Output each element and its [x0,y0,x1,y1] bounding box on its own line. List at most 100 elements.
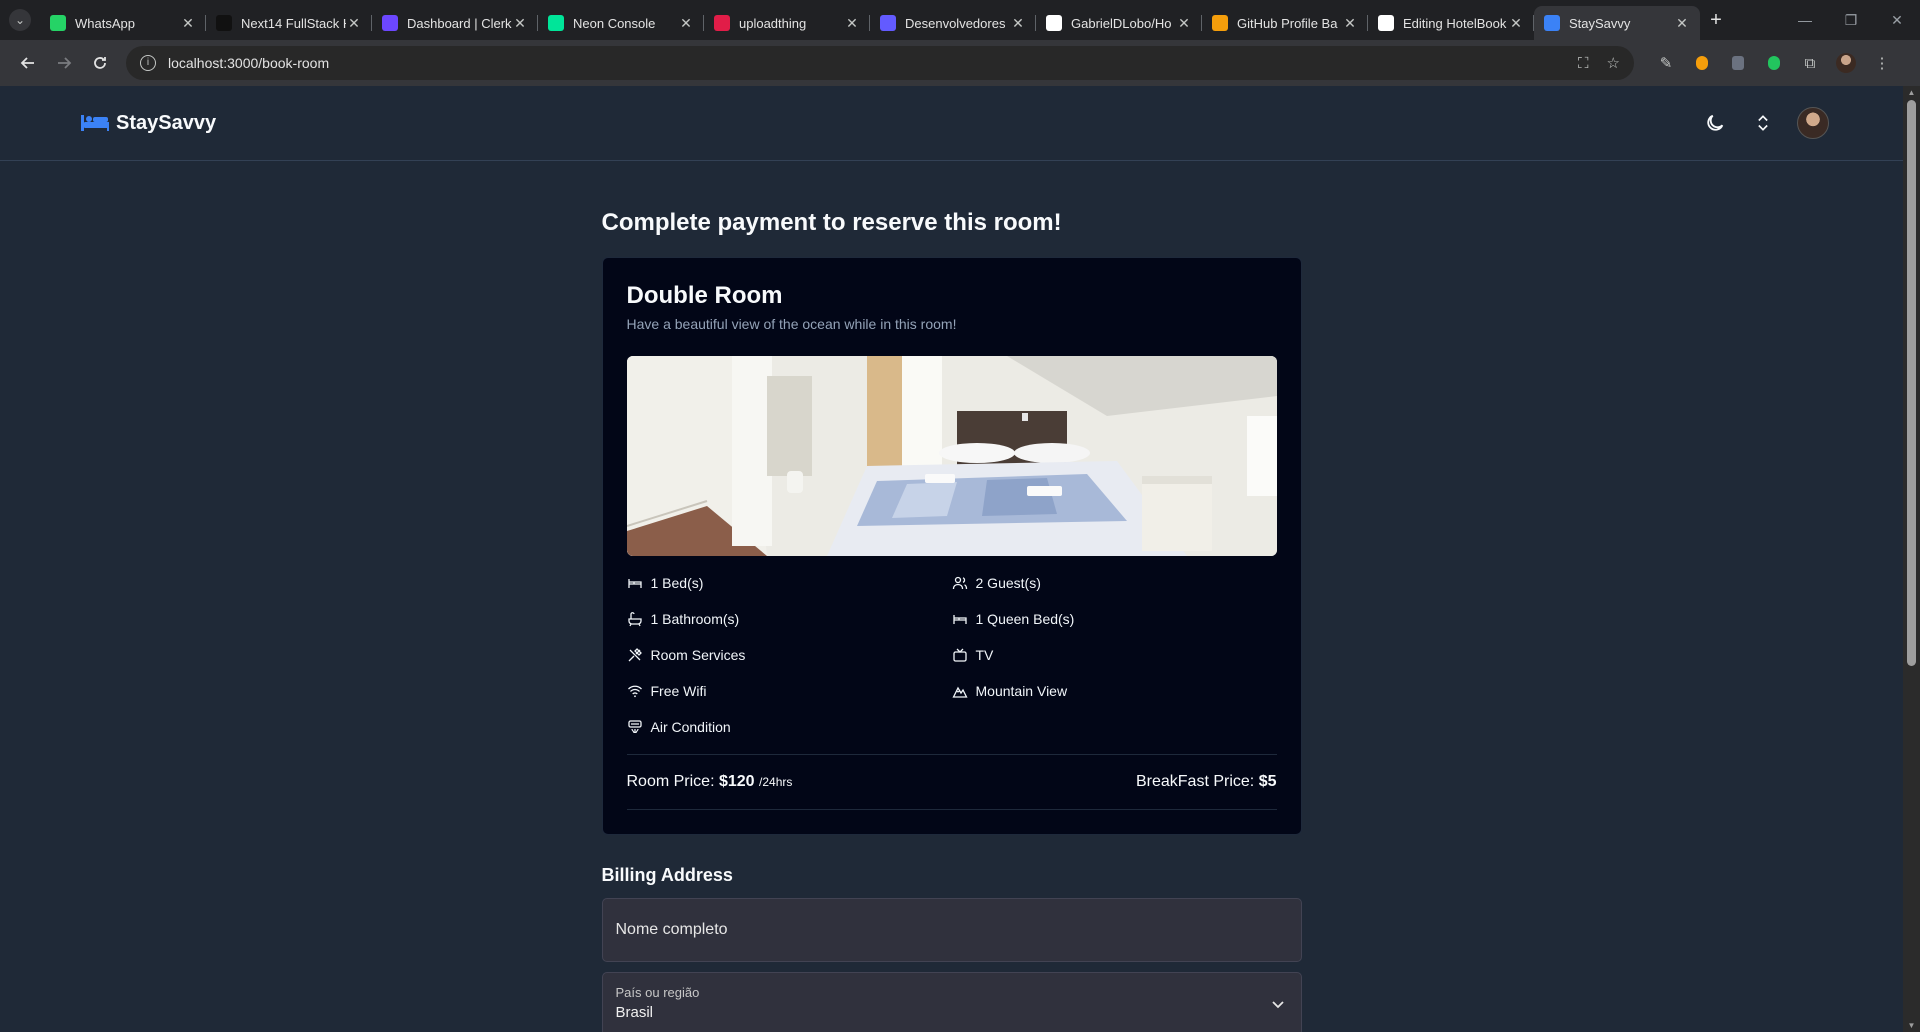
amenities-list: 1 Bed(s) 2 Guest(s) 1 Bathroom(s) 1 Queen B… [627,574,1277,736]
bath-icon [627,612,642,627]
room-price-unit: /24hrs [759,775,793,789]
tab-title: Dashboard | Clerk [407,15,512,31]
browser-tab[interactable]: GabrielDLobo/Ho ✕ [1036,6,1202,40]
extension-gray-icon[interactable] [1720,56,1756,70]
full-name-input[interactable] [615,921,1288,939]
neon-icon [548,15,564,31]
close-tab-icon[interactable]: ✕ [1508,15,1524,32]
tab-search-button[interactable]: ⌄ [0,0,40,40]
eyedropper-extension-icon[interactable]: ✎ [1648,54,1684,72]
close-tab-icon[interactable]: ✕ [1674,15,1690,32]
header-actions [1701,107,1829,139]
close-tab-icon[interactable]: ✕ [512,15,528,32]
tab-title: Neon Console [573,15,656,31]
browser-tab[interactable]: Editing HotelBook ✕ [1368,6,1534,40]
profile-avatar[interactable] [1828,53,1864,73]
browser-tab-bar: ⌄ WhatsApp ✕ Next14 FullStack H ✕ Dashboard … [0,0,1920,40]
url-text: localhost:3000/book-room [168,55,1560,71]
amenity-label: Room Services [650,647,746,663]
room-price-label: Room Price: [626,773,715,790]
browser-toolbar: i localhost:3000/book-room ⛶ ☆ ✎ ⧉ ⋮ [0,40,1920,86]
moon-icon [1707,114,1724,131]
room-photo [626,356,1277,556]
reload-icon [94,57,106,69]
brand-logo[interactable]: StaySavvy [80,112,216,135]
main-content: Complete payment to reserve this room! D… [601,161,1302,1032]
user-avatar-button[interactable] [1797,107,1829,139]
extensions-puzzle-icon[interactable]: ⧉ [1792,55,1828,72]
browser-menu-icon[interactable]: ⋮ [1864,54,1900,72]
github-icon [1046,15,1062,31]
amenity-item: 1 Bathroom(s) [627,610,952,628]
tab-title: GitHub Profile Ba [1237,15,1338,31]
country-select[interactable]: País ou região Brasil [601,972,1302,1032]
tab-title: GabrielDLobo/Ho [1071,15,1172,31]
room-price: Room Price: $120 /24hrs [627,773,793,791]
full-name-field[interactable] [601,898,1302,962]
site-info-icon[interactable]: i [140,55,156,71]
tab-title: uploadthing [739,15,807,31]
bed-icon [952,615,967,624]
room-description: Have a beautiful view of the ocean while… [626,316,957,332]
scroll-up-arrow[interactable]: ▲ [1903,88,1920,97]
breakfast-price: BreakFast Price: $5 [1136,773,1277,791]
clerk-icon [382,15,398,31]
room-price-value: $120 [718,773,755,790]
users-icon [952,576,967,590]
window-controls: — ❐ ✕ [1782,0,1920,40]
brand-name: StaySavvy [116,111,217,134]
close-tab-icon[interactable]: ✕ [844,15,860,32]
divider [626,809,1277,810]
amenity-item: 1 Queen Bed(s) [952,610,1277,628]
amenity-label: Free Wifi [650,683,707,699]
github-icon [1378,15,1394,31]
browser-tab[interactable]: Dashboard | Clerk ✕ [372,6,538,40]
scrollbar-thumb[interactable] [1907,100,1916,666]
translate-icon[interactable]: ⛶ [1578,55,1589,72]
amenity-item: Room Services [627,646,952,664]
address-bar[interactable]: i localhost:3000/book-room ⛶ ☆ [126,46,1634,80]
bookmark-star-icon[interactable]: ☆ [1607,54,1620,72]
country-value: Brasil [615,1004,654,1021]
browser-tab[interactable]: Neon Console ✕ [538,6,704,40]
amenity-label: 1 Queen Bed(s) [975,611,1075,627]
theme-toggle-button[interactable] [1701,109,1729,137]
air-vent-icon [627,720,642,734]
tab-title: Editing HotelBook [1403,15,1507,31]
close-tab-icon[interactable]: ✕ [678,15,694,32]
restore-button[interactable]: ❐ [1828,0,1874,40]
back-button[interactable] [10,45,46,81]
arrow-right-icon [58,57,72,69]
amenity-item: 2 Guest(s) [952,574,1277,592]
badge-icon [1212,15,1228,31]
chevron-down-icon [1271,1001,1284,1009]
page-scrollbar[interactable]: ▲ ▼ [1903,86,1920,1032]
extension-orange-icon[interactable] [1684,56,1720,70]
close-tab-icon[interactable]: ✕ [180,15,196,32]
pitch-icon [216,15,232,31]
browser-tab[interactable]: Next14 FullStack H ✕ [206,6,372,40]
wifi-icon [627,685,642,698]
nav-menu-button[interactable] [1749,109,1777,137]
scroll-down-arrow[interactable]: ▼ [1903,1021,1920,1030]
new-tab-button[interactable]: + [1700,9,1732,32]
amenity-item: 1 Bed(s) [627,574,952,592]
close-tab-icon[interactable]: ✕ [1176,15,1192,32]
chevron-down-icon: ⌄ [9,9,31,31]
browser-tab[interactable]: uploadthing ✕ [704,6,870,40]
mountain-icon [951,686,968,698]
extension-green-icon[interactable] [1756,56,1792,70]
close-window-button[interactable]: ✕ [1874,0,1920,40]
reload-button[interactable] [82,45,118,81]
browser-tab[interactable]: GitHub Profile Ba ✕ [1202,6,1368,40]
forward-button[interactable] [46,45,82,81]
browser-tab[interactable]: Desenvolvedores ✕ [870,6,1036,40]
close-tab-icon[interactable]: ✕ [1342,15,1358,32]
browser-tab[interactable]: StaySavvy ✕ [1534,6,1700,40]
minimize-button[interactable]: — [1782,0,1828,40]
room-title: Double Room [626,282,783,309]
country-label: País ou região [615,985,700,1000]
close-tab-icon[interactable]: ✕ [346,15,362,32]
browser-tab[interactable]: WhatsApp ✕ [40,6,206,40]
close-tab-icon[interactable]: ✕ [1010,15,1026,32]
